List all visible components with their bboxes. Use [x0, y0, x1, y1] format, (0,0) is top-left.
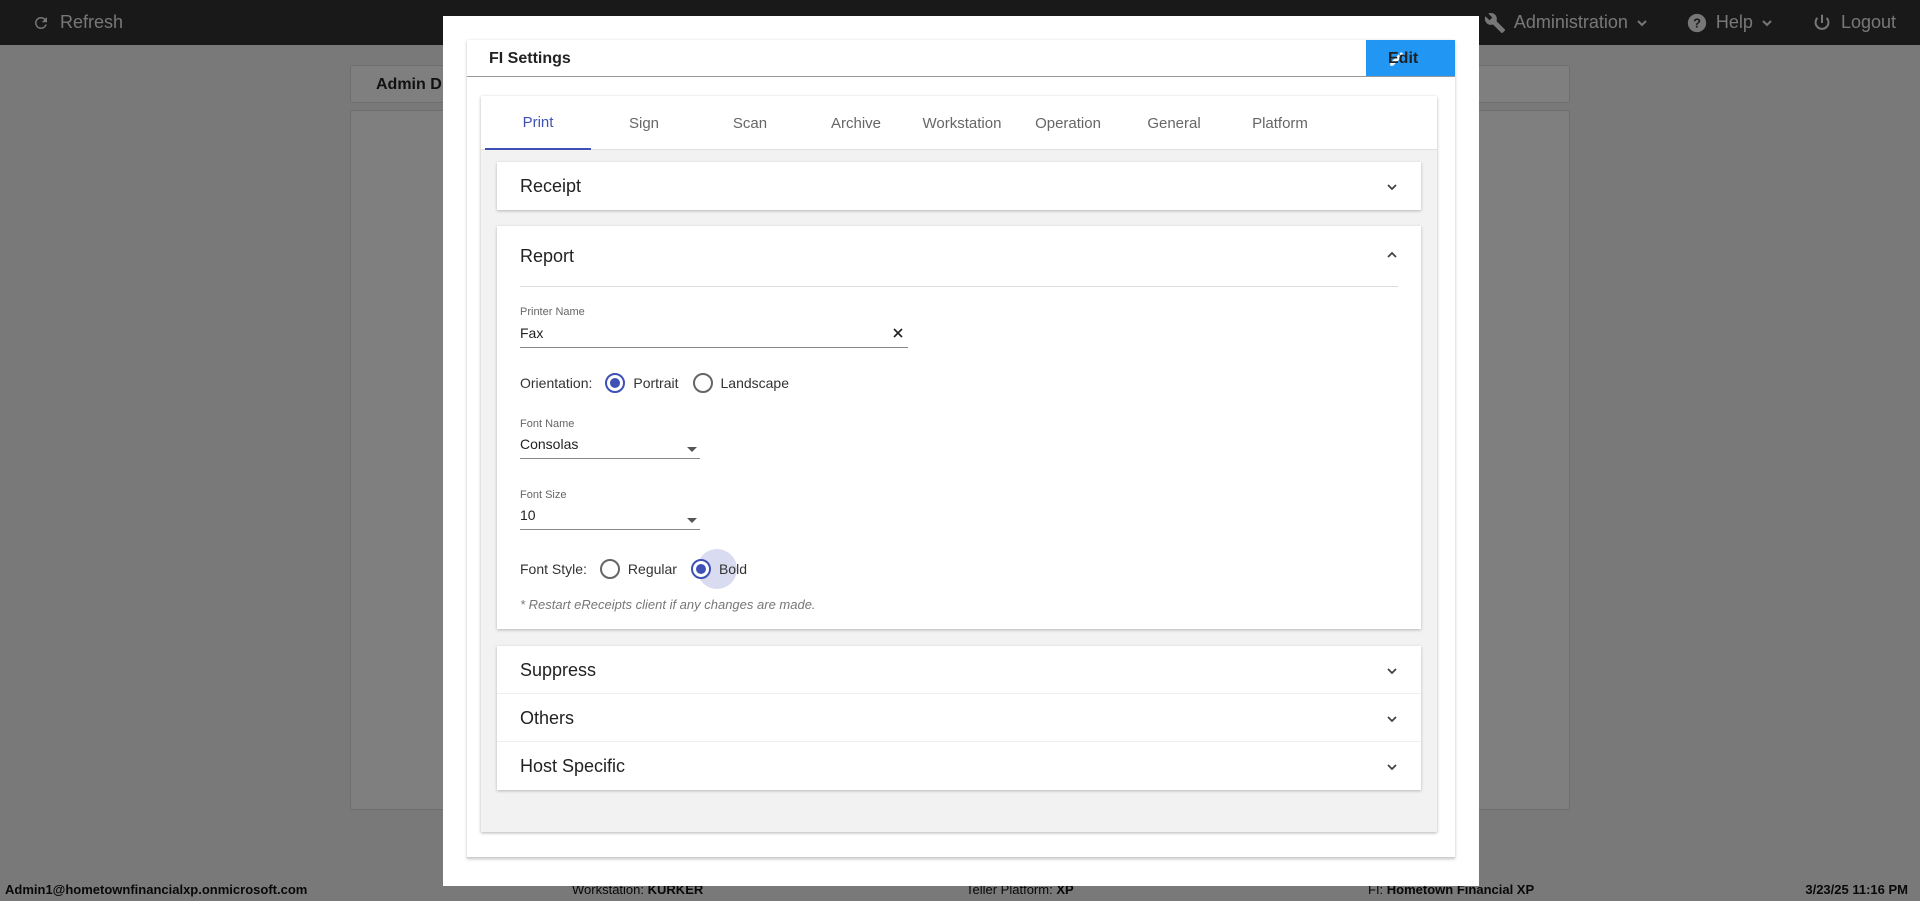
tab-operation[interactable]: Operation: [1015, 96, 1121, 150]
font-style-bold-label: Bold: [718, 561, 747, 577]
dropdown-arrow-icon: [686, 512, 698, 530]
report-divider: [520, 286, 1398, 287]
receipt-panel: Receipt: [497, 162, 1421, 210]
printer-name-label: Printer Name: [520, 306, 585, 318]
report-title: Report: [520, 246, 575, 266]
tab-workstation[interactable]: Workstation: [909, 96, 1015, 150]
tab-scan[interactable]: Scan: [697, 96, 803, 150]
dialog-title: FI Settings: [489, 50, 571, 67]
chevron-down-icon: [1385, 712, 1399, 731]
font-style-label: Font Style:: [520, 561, 587, 577]
font-name-underline: [520, 458, 700, 459]
restart-note: * Restart eReceipts client if any change…: [520, 597, 816, 612]
host-specific-title: Host Specific: [520, 756, 626, 776]
chevron-down-icon: [1385, 180, 1399, 199]
font-style-bold-radio[interactable]: [690, 559, 711, 579]
tab-archive[interactable]: Archive: [803, 96, 909, 150]
receipt-panel-header[interactable]: Receipt: [497, 162, 1421, 210]
orientation-landscape-radio[interactable]: [692, 373, 713, 393]
clear-icon[interactable]: [892, 326, 904, 344]
edit-button[interactable]: Edit: [1366, 40, 1455, 76]
others-panel-header[interactable]: Others: [497, 694, 1421, 742]
dropdown-arrow-icon: [686, 441, 698, 459]
printer-name-value: Fax: [520, 325, 544, 341]
printer-name-field[interactable]: Fax: [520, 320, 908, 348]
receipt-title: Receipt: [520, 176, 582, 196]
fi-settings-dialog: FI Settings Edit Print Sign Scan Archive…: [443, 16, 1479, 886]
font-style-regular-radio[interactable]: [599, 559, 620, 579]
tab-general[interactable]: General: [1121, 96, 1227, 150]
font-name-value: Consolas: [520, 436, 579, 452]
orientation-label: Orientation:: [520, 375, 593, 391]
collapsed-sections: Suppress Others Host Specific: [497, 646, 1421, 790]
host-specific-panel-header[interactable]: Host Specific: [497, 742, 1421, 790]
fi-settings-card: FI Settings Edit Print Sign Scan Archive…: [467, 40, 1455, 858]
others-title: Others: [520, 708, 575, 728]
report-panel-header[interactable]: Report: [497, 226, 1421, 286]
chevron-down-icon: [1385, 760, 1399, 779]
suppress-panel-header[interactable]: Suppress: [497, 646, 1421, 694]
orientation-portrait-label: Portrait: [633, 375, 679, 391]
report-panel: Report Printer Name Fax Orientation: Por…: [497, 226, 1421, 629]
chevron-up-icon: [1385, 248, 1399, 267]
printer-name-underline: [520, 347, 908, 348]
edit-label: Edit: [1388, 50, 1419, 67]
orientation-landscape-label: Landscape: [720, 375, 790, 391]
font-name-select[interactable]: Consolas: [520, 431, 700, 459]
orientation-portrait-radio[interactable]: [605, 373, 626, 393]
dialog-header: FI Settings Edit: [467, 40, 1455, 77]
settings-content: Print Sign Scan Archive Workstation Oper…: [481, 96, 1437, 832]
tab-print[interactable]: Print: [485, 96, 591, 150]
tab-platform[interactable]: Platform: [1227, 96, 1333, 150]
orientation-group: Orientation: Portrait Landscape: [520, 373, 789, 393]
font-style-regular-label: Regular: [627, 561, 677, 577]
font-size-select[interactable]: 10: [520, 502, 700, 530]
tab-sign[interactable]: Sign: [591, 96, 697, 150]
suppress-title: Suppress: [520, 660, 597, 680]
font-style-group: Font Style: Regular Bold: [520, 559, 747, 579]
font-size-underline: [520, 529, 700, 530]
chevron-down-icon: [1385, 664, 1399, 683]
font-size-label: Font Size: [520, 489, 567, 501]
tab-bar: Print Sign Scan Archive Workstation Oper…: [481, 96, 1437, 150]
font-size-value: 10: [520, 507, 536, 523]
font-name-label: Font Name: [520, 418, 575, 430]
